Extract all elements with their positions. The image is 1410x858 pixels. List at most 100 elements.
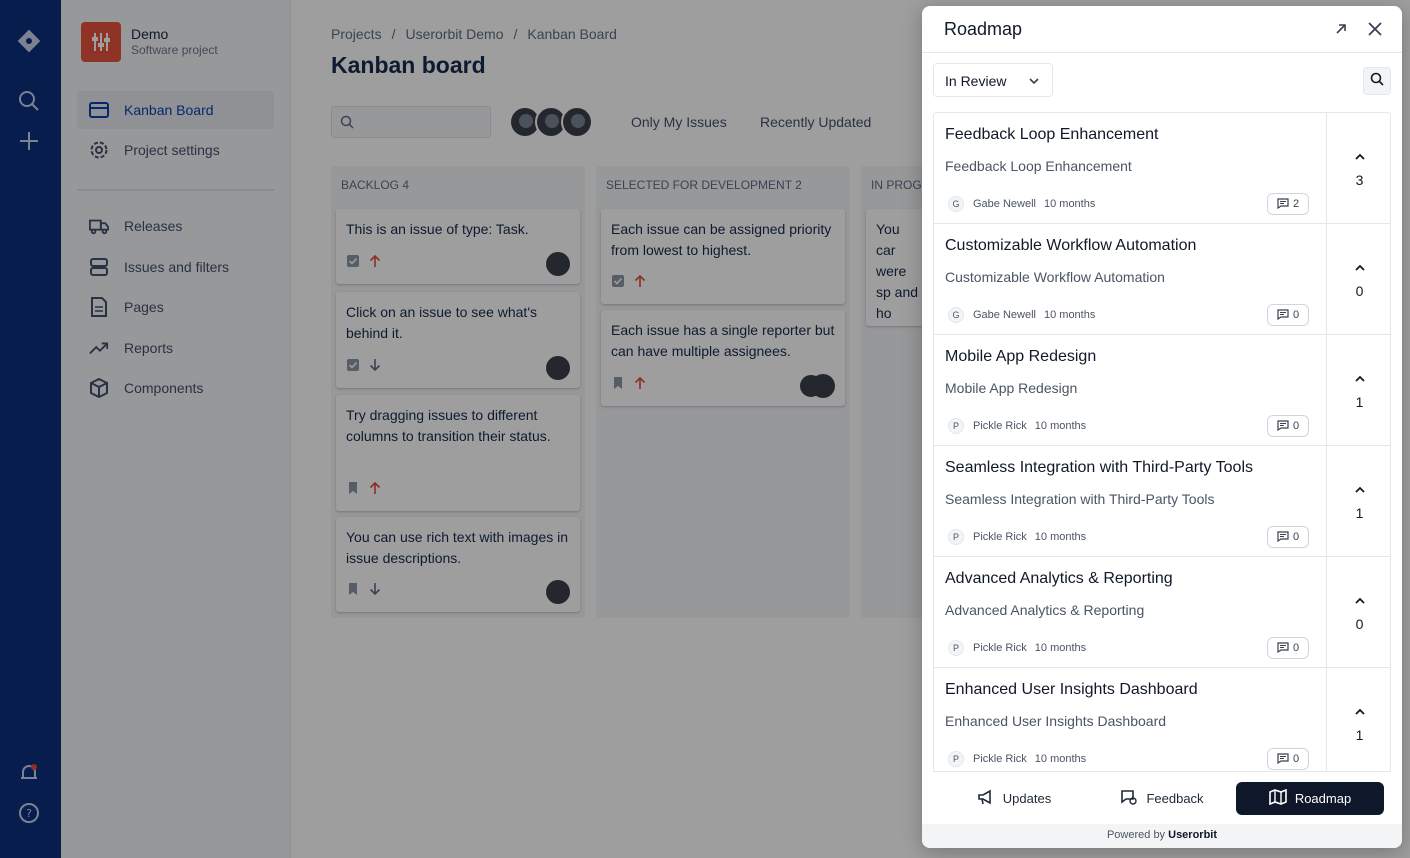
comments-button[interactable]: 0 (1267, 637, 1309, 659)
author-avatar: P (948, 418, 964, 434)
item-description: Seamless Integration with Third-Party To… (945, 491, 1215, 507)
vote-count: 3 (1355, 172, 1364, 188)
comment-count: 0 (1292, 309, 1300, 321)
upvote-button[interactable]: 0 (1326, 224, 1390, 334)
comments-button[interactable]: 0 (1267, 415, 1309, 437)
roadmap-item[interactable]: Mobile App Redesign Mobile App Redesign … (934, 335, 1390, 446)
item-age: 10 months (1034, 531, 1087, 543)
comment-count: 0 (1292, 642, 1300, 654)
roadmap-item[interactable]: Seamless Integration with Third-Party To… (934, 446, 1390, 557)
vote-count: 0 (1355, 283, 1364, 299)
tab-label: Updates (1002, 791, 1052, 806)
item-age: 10 months (1043, 198, 1096, 210)
comment-icon (1277, 641, 1289, 656)
chevron-up-icon (1354, 370, 1366, 388)
vote-count: 1 (1355, 727, 1364, 743)
author-name: Pickle Rick (973, 642, 1027, 654)
roadmap-item[interactable]: Customizable Workflow Automation Customi… (934, 224, 1390, 335)
widget-title: Roadmap (944, 19, 1023, 39)
item-author: P Pickle Rick 10 months (948, 418, 1086, 434)
status-filter-value: In Review (945, 73, 1007, 89)
comments-button[interactable]: 0 (1267, 748, 1309, 770)
vote-count: 1 (1355, 505, 1364, 521)
megaphone-icon (977, 789, 995, 808)
item-age: 10 months (1034, 420, 1087, 432)
roadmap-item[interactable]: Advanced Analytics & Reporting Advanced … (934, 557, 1390, 668)
item-title: Enhanced User Insights Dashboard (945, 681, 1198, 698)
chevron-up-icon (1354, 259, 1366, 277)
comment-count: 2 (1292, 198, 1300, 210)
comment-icon (1277, 752, 1289, 767)
item-age: 10 months (1034, 753, 1087, 765)
chevron-up-icon (1354, 148, 1366, 166)
item-title: Customizable Workflow Automation (945, 237, 1197, 254)
widget-tab-bar: Updates Feedback Roadmap (922, 778, 1402, 822)
roadmap-item[interactable]: Enhanced User Insights Dashboard Enhance… (934, 668, 1390, 771)
upvote-button[interactable]: 1 (1326, 446, 1390, 556)
tab-label: Feedback (1146, 791, 1204, 806)
item-title: Seamless Integration with Third-Party To… (945, 459, 1253, 476)
item-description: Advanced Analytics & Reporting (945, 602, 1145, 618)
item-description: Mobile App Redesign (945, 380, 1078, 396)
author-name: Gabe Newell (973, 198, 1036, 210)
comments-button[interactable]: 0 (1267, 526, 1309, 548)
item-description: Enhanced User Insights Dashboard (945, 713, 1167, 729)
author-name: Pickle Rick (973, 420, 1027, 432)
roadmap-search-button[interactable] (1363, 67, 1391, 95)
upvote-button[interactable]: 1 (1326, 668, 1390, 771)
status-filter-select[interactable]: In Review (933, 63, 1053, 97)
roadmap-list: Feedback Loop Enhancement Feedback Loop … (933, 112, 1391, 772)
widget-header: Roadmap (922, 6, 1402, 53)
item-author: P Pickle Rick 10 months (948, 640, 1086, 656)
tab-label: Roadmap (1294, 791, 1352, 806)
vote-count: 0 (1355, 616, 1364, 632)
author-name: Pickle Rick (973, 531, 1027, 543)
author-name: Pickle Rick (973, 753, 1027, 765)
comment-icon (1277, 197, 1289, 212)
expand-icon[interactable] (1332, 20, 1350, 38)
comment-count: 0 (1292, 753, 1300, 765)
comment-icon (1277, 419, 1289, 434)
item-author: P Pickle Rick 10 months (948, 529, 1086, 545)
map-icon (1269, 788, 1287, 808)
comment-count: 0 (1292, 420, 1300, 432)
tab-roadmap[interactable]: Roadmap (1236, 782, 1384, 815)
author-avatar: G (948, 196, 964, 212)
chevron-down-icon (1028, 74, 1040, 90)
roadmap-item[interactable]: Feedback Loop Enhancement Feedback Loop … (934, 113, 1390, 224)
comments-button[interactable]: 0 (1267, 304, 1309, 326)
roadmap-widget: Roadmap In Review Feedback Loop Enhancem… (922, 6, 1402, 848)
powered-by-brand: Userorbit (1168, 829, 1218, 841)
item-author: G Gabe Newell 10 months (948, 307, 1095, 323)
powered-by[interactable]: Powered by Userorbit (922, 824, 1402, 848)
close-icon[interactable] (1366, 20, 1384, 38)
search-icon (1370, 72, 1384, 91)
item-title: Mobile App Redesign (945, 348, 1097, 365)
item-title: Feedback Loop Enhancement (945, 126, 1159, 143)
author-name: Gabe Newell (973, 309, 1036, 321)
upvote-button[interactable]: 3 (1326, 113, 1390, 223)
author-avatar: G (948, 307, 964, 323)
chevron-up-icon (1354, 481, 1366, 499)
item-age: 10 months (1034, 642, 1087, 654)
author-avatar: P (948, 751, 964, 767)
item-title: Advanced Analytics & Reporting (945, 570, 1173, 587)
upvote-button[interactable]: 1 (1326, 335, 1390, 445)
item-description: Customizable Workflow Automation (945, 269, 1165, 285)
comment-icon (1277, 308, 1289, 323)
powered-by-prefix: Powered by (1106, 829, 1166, 841)
item-description: Feedback Loop Enhancement (945, 158, 1132, 174)
item-age: 10 months (1043, 309, 1096, 321)
author-avatar: P (948, 640, 964, 656)
author-avatar: P (948, 529, 964, 545)
comment-icon (1277, 530, 1289, 545)
comments-button[interactable]: 2 (1267, 193, 1309, 215)
chevron-up-icon (1354, 592, 1366, 610)
comment-count: 0 (1292, 531, 1300, 543)
tab-updates[interactable]: Updates (962, 782, 1066, 815)
chat-icon (1120, 789, 1138, 808)
upvote-button[interactable]: 0 (1326, 557, 1390, 667)
tab-feedback[interactable]: Feedback (1108, 782, 1216, 815)
chevron-up-icon (1354, 703, 1366, 721)
item-author: P Pickle Rick 10 months (948, 751, 1086, 767)
